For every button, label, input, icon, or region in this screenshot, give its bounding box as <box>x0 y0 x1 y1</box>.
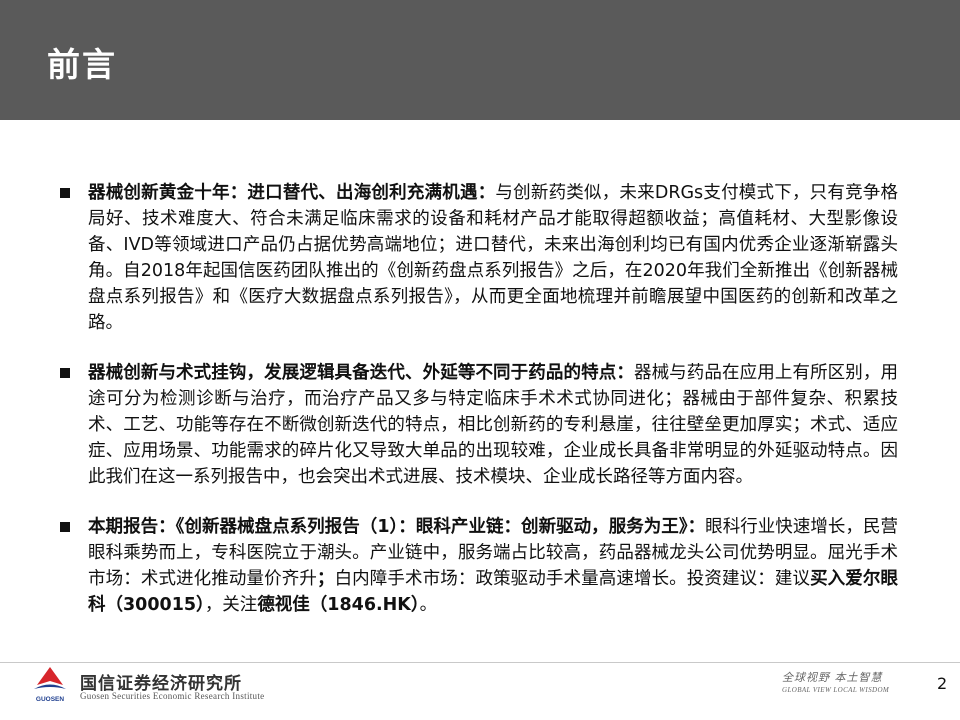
paragraph-3-semicolon: ； <box>316 569 335 589</box>
logo-mark-text: GUOSEN <box>36 696 64 703</box>
bullet-paragraph-1: 器械创新黄金十年：进口替代、出海创利充满机遇：与创新药类似，未来DRGs支付模式… <box>58 180 898 336</box>
guosen-logo-icon: GUOSEN <box>34 667 66 703</box>
bullet-paragraph-2: 器械创新与术式挂钩，发展逻辑具备迭代、外延等不同于药品的特点：器械与药品在应用上… <box>58 360 898 490</box>
square-bullet-icon <box>60 188 70 198</box>
bullet-paragraph-3: 本期报告：《创新器械盘点系列报告（1）：眼科产业链：创新驱动，服务为王》：眼科行… <box>58 514 898 618</box>
paragraph-3-end: 。 <box>419 595 438 615</box>
slogan: 全球视野 本土智慧 <box>782 671 883 684</box>
square-bullet-icon <box>60 368 70 378</box>
paragraph-1-heading: 器械创新黄金十年：进口替代、出海创利充满机遇： <box>88 183 496 203</box>
institute-name-en: Guosen Securities Economic Research Inst… <box>80 691 265 701</box>
page-title: 前言 <box>47 45 117 84</box>
paragraph-3-connector: ，关注 <box>204 595 258 615</box>
footer-divider <box>0 662 960 663</box>
rating-watch-stock: 德视佳（1846.HK） <box>257 595 420 615</box>
paragraph-3-body-2: 白内障手术市场：政策驱动手术量高速增长。投资建议：建议 <box>334 569 811 589</box>
slide-content: 器械创新黄金十年：进口替代、出海创利充满机遇：与创新药类似，未来DRGs支付模式… <box>58 180 898 642</box>
slogan-en: GLOBAL VIEW LOCAL WISDOM <box>782 686 890 694</box>
square-bullet-icon <box>60 522 70 532</box>
paragraph-2-heading: 器械创新与术式挂钩，发展逻辑具备迭代、外延等不同于药品的特点： <box>88 363 634 383</box>
paragraph-1-body: 与创新药类似，未来DRGs支付模式下，只有竞争格局好、技术难度大、符合未满足临床… <box>88 183 899 333</box>
paragraph-3-heading: 本期报告：《创新器械盘点系列报告（1）：眼科产业链：创新驱动，服务为王》： <box>88 517 706 537</box>
page-number: 2 <box>937 674 948 693</box>
title-bar: 前言 <box>0 0 960 120</box>
